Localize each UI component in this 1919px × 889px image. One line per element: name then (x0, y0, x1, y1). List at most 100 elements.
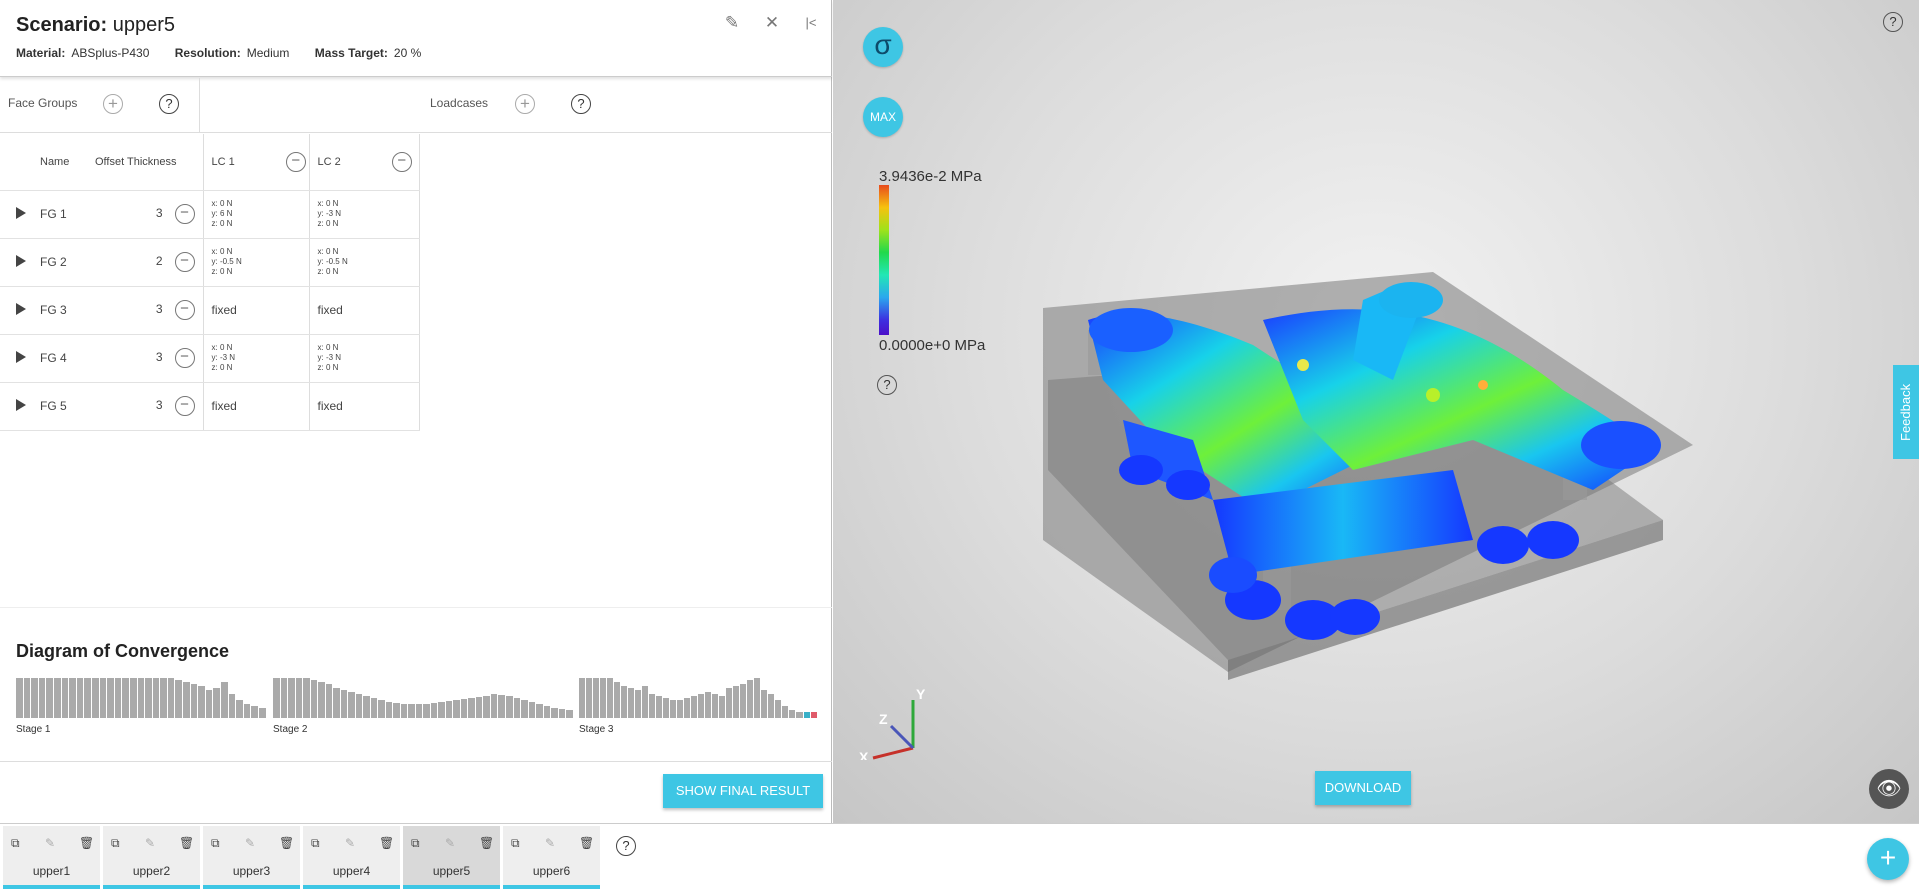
convergence-bar (423, 703, 430, 718)
convergence-bar (536, 704, 543, 718)
force-value: y: -3 N (211, 353, 236, 362)
convergence-bar (684, 698, 691, 718)
convergence-bar (498, 694, 505, 718)
lc2-cell[interactable]: fixed (308, 286, 420, 335)
tab-label: upper6 (532, 864, 571, 878)
tab-label: upper5 (432, 864, 471, 878)
tab-label: upper4 (332, 864, 371, 878)
convergence-bar (698, 694, 705, 718)
close-icon[interactable]: ✕ (763, 14, 781, 32)
convergence-bar (705, 692, 712, 718)
loadcases-help-icon[interactable]: ? (571, 94, 591, 114)
copy-icon[interactable]: ⧉ (211, 836, 220, 851)
convergence-bar (183, 682, 190, 718)
add-face-group-button[interactable]: + (103, 94, 123, 114)
offset-value[interactable]: 3 (156, 350, 163, 364)
scenario-tab-upper6[interactable]: ⧉ ✎ 🗑 upper6 (503, 826, 600, 889)
face-groups-help-icon[interactable]: ? (159, 94, 179, 114)
lc1-cell[interactable]: x: 0 Ny: 6 Nz: 0 N (202, 190, 309, 239)
convergence-bar (363, 696, 370, 718)
lc2-cell[interactable]: fixed (308, 382, 420, 431)
lc1-cell[interactable]: fixed (202, 382, 309, 431)
lc2-cell[interactable]: x: 0 Ny: -3 Nz: 0 N (308, 334, 420, 383)
edit-icon[interactable]: ✎ (723, 14, 741, 32)
trash-icon[interactable]: 🗑 (279, 836, 294, 850)
remove-face-group-button[interactable]: − (174, 252, 195, 272)
face-groups-label: Face Groups (8, 96, 78, 110)
convergence-bar (16, 678, 23, 718)
lc1-cell[interactable]: x: 0 Ny: -0.5 Nz: 0 N (202, 238, 309, 287)
trash-icon[interactable]: 🗑 (379, 836, 394, 850)
trash-icon[interactable]: 🗑 (179, 836, 194, 850)
remove-face-group-button[interactable]: − (174, 348, 195, 368)
convergence-bar (775, 700, 782, 718)
offset-value[interactable]: 2 (156, 254, 163, 268)
fixed-value: fixed (317, 399, 343, 413)
download-button[interactable]: DOWNLOAD (1315, 771, 1411, 805)
scenario-tab-upper4[interactable]: ⧉ ✎ 🗑 upper4 (303, 826, 400, 889)
convergence-bar (400, 703, 408, 718)
scenario-tab-upper1[interactable]: ⧉ ✎ 🗑 upper1 (3, 826, 100, 889)
convergence-bar (438, 702, 445, 718)
add-loadcase-button[interactable]: + (515, 94, 535, 114)
offset-value[interactable]: 3 (156, 206, 163, 220)
convergence-bar (566, 710, 573, 718)
scenario-tab-upper2[interactable]: ⧉ ✎ 🗑 upper2 (103, 826, 200, 889)
convergence-bar (768, 694, 775, 718)
3d-viewer[interactable]: σ MAX 3.9436e-2 MPa 0.0000e+0 MPa ? ? Y … (833, 0, 1919, 823)
copy-icon[interactable]: ⧉ (311, 836, 320, 851)
edit-icon[interactable]: ✎ (545, 836, 555, 850)
expand-row-icon[interactable] (16, 206, 26, 219)
convergence-bar (122, 678, 129, 718)
eye-icon[interactable]: 👁 (1869, 769, 1909, 809)
trash-icon[interactable]: 🗑 (479, 836, 494, 850)
remove-lc2-button[interactable]: − (391, 151, 412, 172)
copy-icon[interactable]: ⧉ (11, 836, 20, 851)
feedback-tab[interactable]: Feedback (1893, 365, 1919, 459)
edit-icon[interactable]: ✎ (145, 836, 155, 850)
remove-lc1-button[interactable]: − (285, 151, 306, 172)
trash-icon[interactable]: 🗑 (579, 836, 594, 850)
remove-face-group-button[interactable]: − (174, 300, 195, 320)
axes-triad: Y X Z (859, 686, 926, 760)
collapse-icon[interactable]: |< (802, 14, 820, 32)
expand-row-icon[interactable] (16, 302, 26, 315)
remove-face-group-button[interactable]: − (174, 396, 195, 416)
scenario-tab-bar: ⧉ ✎ 🗑 upper1 ⧉ ✎ 🗑 upper2 ⧉ ✎ 🗑 upper3 ⧉ ✎ … (0, 823, 1919, 889)
convergence-bar (385, 702, 393, 718)
lc1-cell[interactable]: x: 0 Ny: -3 Nz: 0 N (202, 334, 309, 383)
remove-face-group-button[interactable]: − (174, 204, 195, 224)
convergence-bar (551, 708, 558, 718)
copy-icon[interactable]: ⧉ (511, 836, 520, 851)
edit-icon[interactable]: ✎ (245, 836, 255, 850)
convergence-bar (99, 678, 107, 718)
convergence-bar (114, 678, 122, 718)
trash-icon[interactable]: 🗑 (79, 836, 94, 850)
expand-row-icon[interactable] (16, 398, 26, 411)
edit-icon[interactable]: ✎ (445, 836, 455, 850)
force-value: x: 0 N (211, 199, 233, 208)
scenario-tab-upper3[interactable]: ⧉ ✎ 🗑 upper3 (203, 826, 300, 889)
stage-3-chart (579, 678, 817, 718)
tabs-help-icon[interactable]: ? (616, 836, 636, 856)
lc1-cell[interactable]: fixed (202, 286, 309, 335)
expand-row-icon[interactable] (16, 254, 26, 267)
convergence-bar (370, 698, 378, 718)
scenario-tab-upper5[interactable]: ⧉ ✎ 🗑 upper5 (403, 826, 500, 889)
copy-icon[interactable]: ⧉ (111, 836, 120, 851)
copy-icon[interactable]: ⧉ (411, 836, 420, 851)
tab-label: upper2 (132, 864, 171, 878)
convergence-bar (528, 702, 536, 718)
offset-value[interactable]: 3 (156, 398, 163, 412)
show-final-result-button[interactable]: SHOW FINAL RESULT (663, 774, 823, 808)
lc2-cell[interactable]: x: 0 Ny: -0.5 Nz: 0 N (308, 238, 420, 287)
edit-icon[interactable]: ✎ (345, 836, 355, 850)
offset-value[interactable]: 3 (156, 302, 163, 316)
convergence-bar (318, 682, 325, 718)
expand-row-icon[interactable] (16, 350, 26, 363)
lc2-cell[interactable]: x: 0 Ny: -3 Nz: 0 N (308, 190, 420, 239)
edit-icon[interactable]: ✎ (45, 836, 55, 850)
table-row: FG 2 2− x: 0 Ny: -0.5 Nz: 0 Nx: 0 Ny: -0… (0, 238, 420, 287)
convergence-bar (61, 678, 69, 718)
add-scenario-button[interactable]: + (1867, 838, 1909, 880)
